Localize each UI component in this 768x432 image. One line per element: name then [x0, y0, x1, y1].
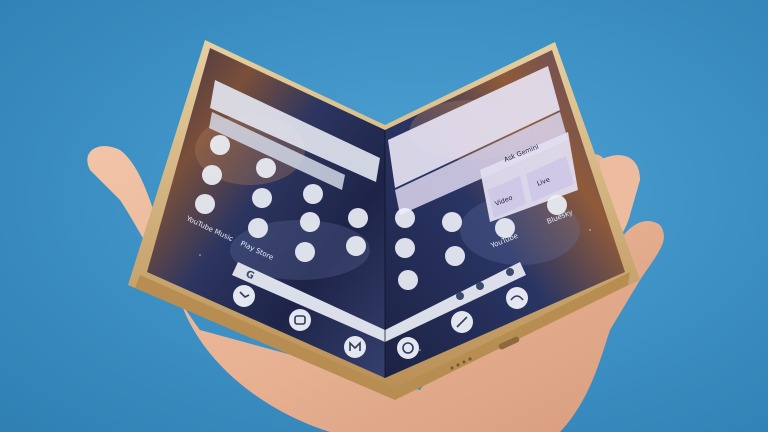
lens-icon[interactable] [476, 282, 484, 290]
app-icon[interactable] [210, 135, 230, 155]
app-icon[interactable] [398, 270, 418, 290]
app-icon[interactable] [202, 165, 222, 185]
app-icon[interactable] [395, 208, 415, 228]
app-icon[interactable] [256, 158, 276, 178]
app-icon[interactable] [248, 218, 268, 238]
app-icon[interactable] [303, 184, 323, 204]
app-icon[interactable] [295, 242, 315, 262]
share-icon[interactable] [506, 268, 514, 276]
app-icon[interactable] [442, 212, 462, 232]
app-icon[interactable] [300, 212, 320, 232]
app-icon[interactable] [445, 246, 465, 266]
app-icon[interactable] [346, 236, 366, 256]
app-icon[interactable] [348, 208, 368, 228]
app-icon[interactable] [195, 194, 215, 214]
mic-icon[interactable] [456, 292, 464, 300]
app-icon[interactable] [395, 238, 415, 258]
chrome-icon[interactable] [397, 337, 419, 359]
bluesky-icon[interactable] [506, 287, 528, 309]
camera-icon[interactable] [289, 309, 311, 331]
photo-scene: Ask Gemini Video Live Play Store YouTube… [87, 40, 664, 432]
app-icon[interactable] [252, 188, 272, 208]
